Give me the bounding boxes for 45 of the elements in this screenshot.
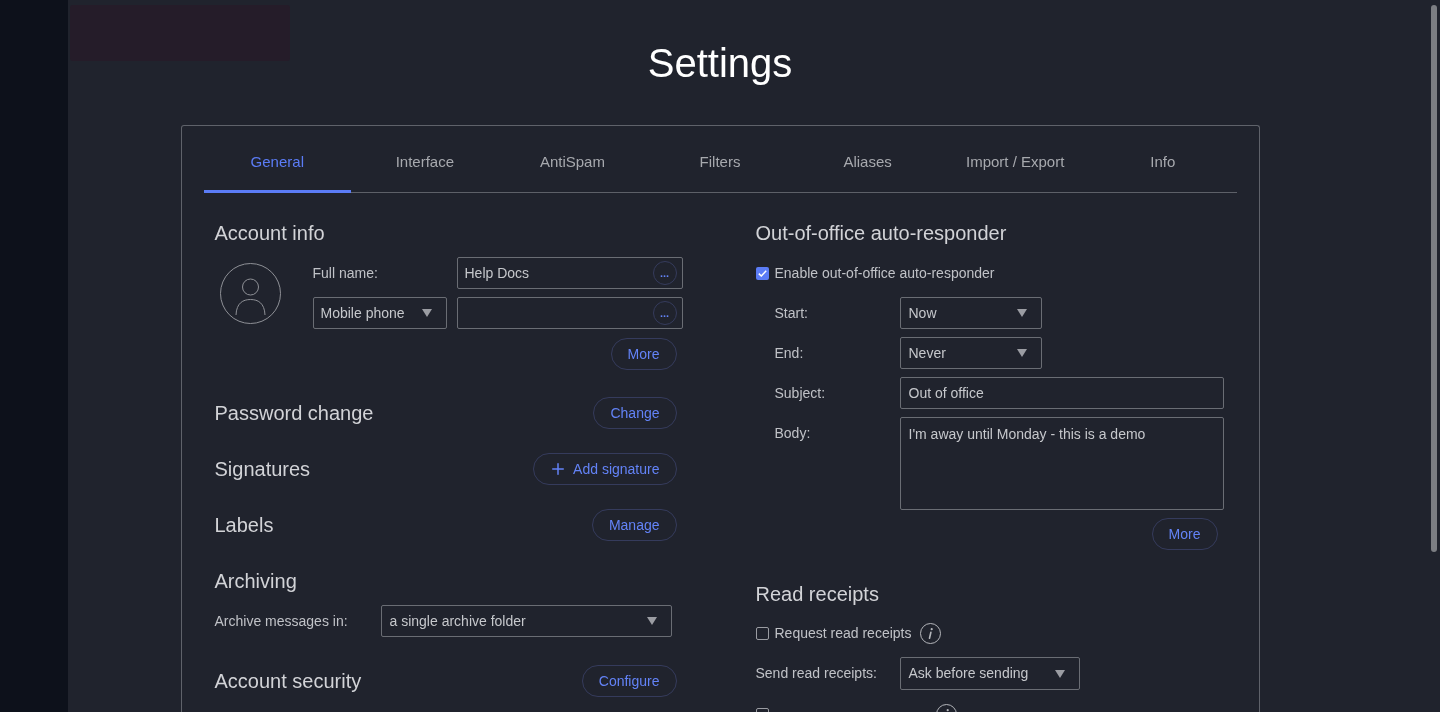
tab[interactable]: AntiSpam [498,126,647,193]
dropdown-select[interactable]: Ask before sending [899,657,1080,690]
tab[interactable]: Interface [351,126,499,193]
checkbox[interactable] [755,626,769,640]
caret-icon [1054,669,1065,678]
checkbox-label: Enable out-of-office auto-responder [774,263,995,283]
caret-icon [421,309,432,317]
checkbox-label: Request read receipts [774,623,912,643]
field-label: Archive messages in: [214,611,349,631]
body-field[interactable]: I'm away until Monday - this is a demo [899,417,1224,510]
tab[interactable]: Info [1088,126,1237,193]
archive-select[interactable]: a single archive folder [380,605,672,637]
field-label: Subject: [774,383,827,403]
section-heading: Out-of-office auto-responder [755,221,1007,245]
tab[interactable]: Filters [646,126,794,193]
subject-field[interactable]: Out of office [899,377,1224,409]
info-icon[interactable] [920,622,942,644]
tab[interactable]: Import / Export [941,126,1089,193]
field-label: Send read receipts: [755,664,878,683]
dropdown-select[interactable]: Now [899,297,1042,329]
caret-icon [646,617,657,625]
phone-type-select[interactable]: Mobile phone [312,297,447,329]
field-label: Body: [774,424,812,443]
field-label: Start: [774,303,809,323]
section-heading: Signatures [214,457,311,481]
field-label: End: [774,343,805,363]
section-heading: Read receipts [755,582,879,606]
section-heading: Account security [214,669,362,693]
full-name-field[interactable]: Help Docs ... [456,257,683,289]
checkbox[interactable] [755,266,769,280]
section-heading: Password change [214,401,374,425]
dialog-title: Settings [647,39,793,87]
dropdown-select[interactable]: Never [899,337,1042,369]
scrollbar-thumb[interactable] [1431,5,1437,552]
section-heading: Account info [214,221,325,245]
section-heading: Archiving [214,569,297,593]
field-label: Full name: [312,263,379,283]
check-icon [757,269,767,277]
caret-icon [1016,309,1027,317]
avatar-icon [219,263,281,324]
section-heading: Labels [214,513,274,537]
caret-icon [1016,349,1027,357]
tab[interactable]: General [203,126,352,193]
tab[interactable]: Aliases [793,126,942,193]
phone-number-field[interactable]: ... [456,297,683,329]
